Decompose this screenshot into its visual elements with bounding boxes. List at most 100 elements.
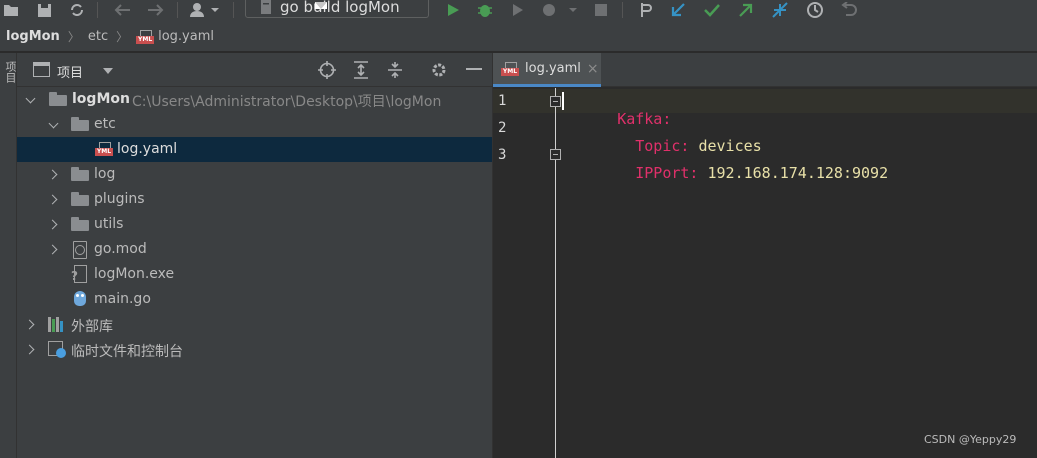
yaml-file-icon: YML: [501, 61, 519, 76]
left-tool-strip: 项目: [0, 53, 17, 458]
toolbar-separator: [233, 2, 234, 18]
tree-node-label: log.yaml: [117, 141, 178, 157]
chevron-right-icon[interactable]: [26, 344, 36, 354]
tree-node-etc[interactable]: etc: [17, 112, 492, 137]
expand-all-icon[interactable]: [351, 60, 371, 80]
coverage-icon[interactable]: [509, 0, 527, 20]
tree-node-label: go.mod: [94, 241, 147, 257]
commit-icon[interactable]: [703, 0, 721, 20]
yaml-value: 192.168.174.128:9092: [698, 164, 889, 182]
breadcrumb-root[interactable]: logMon: [6, 29, 60, 44]
tree-node-log-yaml[interactable]: YML log.yaml: [17, 137, 492, 162]
merge-icon[interactable]: [770, 0, 790, 20]
folder-icon: [71, 117, 89, 131]
close-icon[interactable]: ×: [587, 61, 599, 77]
breadcrumb-item-etc[interactable]: etc: [88, 29, 108, 44]
code-editor[interactable]: 1 2 3 Kafka: Topic: devices IPPort: 192.…: [493, 88, 1037, 458]
yaml-file-icon: YML: [95, 142, 113, 156]
chevron-right-icon[interactable]: [49, 219, 59, 229]
breadcrumb-item-log-yaml[interactable]: log.yaml: [158, 29, 214, 44]
tree-node-path: C:\Users\Administrator\Desktop\项目\logMon: [132, 94, 442, 110]
chevron-right-icon[interactable]: [49, 169, 59, 179]
editor-pane: YML log.yaml × 1 2 3 Kafka: Topic: devic…: [492, 53, 1037, 458]
tree-node-main-go[interactable]: main.go: [17, 287, 492, 312]
tree-node-log[interactable]: log: [17, 162, 492, 187]
sync-icon[interactable]: [68, 0, 86, 20]
tree-node-label: main.go: [94, 291, 151, 307]
tree-node-label: logMon.exe: [94, 266, 175, 282]
line-number: 2: [498, 120, 507, 136]
tree-node-label: 临时文件和控制台: [71, 344, 183, 360]
project-panel-header: 项目: [17, 53, 492, 87]
minimize-icon[interactable]: [464, 60, 484, 80]
run-icon[interactable]: [444, 0, 462, 20]
user-icon[interactable]: [188, 0, 222, 20]
yaml-file-icon: YML: [136, 29, 155, 44]
tree-node-utils[interactable]: utils: [17, 212, 492, 237]
chevron-right-icon[interactable]: [26, 319, 36, 329]
yaml-key: IPPort:: [617, 164, 699, 182]
update-icon[interactable]: [669, 0, 687, 20]
tree-node-external-libraries[interactable]: 外部库: [17, 312, 492, 337]
project-tool-tab[interactable]: 项目: [2, 61, 17, 117]
watermark: CSDN @Yeppy29: [924, 433, 1017, 446]
tree-node-plugins[interactable]: plugins: [17, 187, 492, 212]
tree-node-label: logMon: [72, 91, 130, 107]
folder-icon: [71, 217, 89, 231]
run-configuration-dropdown[interactable]: go build logMon: [245, 0, 429, 18]
project-view-icon: [33, 62, 50, 77]
editor-tab-log-yaml[interactable]: YML log.yaml ×: [493, 53, 601, 87]
locate-icon[interactable]: [317, 60, 337, 80]
go-file-icon: [260, 0, 272, 14]
tree-node-label: utils: [94, 216, 124, 232]
vcs-icon[interactable]: [637, 0, 655, 20]
folder-icon: [49, 92, 67, 106]
tree-node-logmon-exe[interactable]: ? logMon.exe: [17, 262, 492, 287]
open-folder-icon[interactable]: [2, 0, 20, 20]
breadcrumb-separator-icon: 〉: [67, 30, 80, 44]
project-panel-title[interactable]: 项目: [57, 62, 83, 81]
back-icon[interactable]: [112, 0, 132, 20]
history-icon[interactable]: [805, 0, 825, 20]
save-icon[interactable]: [35, 0, 53, 20]
toolbar-separator: [97, 2, 98, 18]
folder-icon: [71, 167, 89, 181]
line-number: 1: [498, 93, 507, 109]
chevron-down-icon[interactable]: [49, 119, 59, 129]
profile-icon[interactable]: [540, 0, 580, 20]
scratch-console-icon: [48, 341, 68, 359]
gear-icon[interactable]: [429, 60, 449, 80]
tree-node-root[interactable]: logMon C:\Users\Administrator\Desktop\项目…: [17, 87, 492, 112]
fold-marker-icon[interactable]: [550, 96, 561, 107]
fold-marker-icon[interactable]: [550, 149, 561, 160]
project-tool-tab-label: 项目: [4, 61, 17, 83]
chevron-right-icon[interactable]: [49, 194, 59, 204]
breadcrumb-separator-icon: 〉: [116, 30, 129, 44]
tree-node-label: plugins: [94, 191, 145, 207]
tree-node-label: log: [94, 166, 116, 182]
stop-icon[interactable]: [592, 0, 610, 20]
tree-node-go-mod[interactable]: go.mod: [17, 237, 492, 262]
breadcrumb: logMon 〉 etc 〉 YML log.yaml: [0, 22, 1037, 52]
folder-icon: [71, 192, 89, 206]
forward-icon[interactable]: [146, 0, 166, 20]
unknown-file-icon: ?: [71, 265, 87, 283]
chevron-down-icon[interactable]: [103, 68, 113, 74]
toolbar-separator: [622, 2, 623, 18]
chevron-down-icon[interactable]: [26, 94, 36, 104]
editor-tab-label: log.yaml: [525, 61, 581, 76]
collapse-all-icon[interactable]: [385, 60, 405, 80]
revert-icon[interactable]: [839, 0, 859, 20]
debug-icon[interactable]: [476, 0, 494, 20]
run-configuration-label: go build logMon: [280, 0, 400, 16]
go-mod-file-icon: [72, 241, 88, 259]
chevron-down-icon: [315, 2, 327, 9]
editor-tab-bar: YML log.yaml ×: [493, 53, 1037, 87]
chevron-right-icon[interactable]: [49, 244, 59, 254]
toolbar-separator: [177, 2, 178, 18]
line-number: 3: [498, 147, 507, 163]
tree-node-scratches[interactable]: 临时文件和控制台: [17, 337, 492, 362]
main-toolbar: go build logMon: [0, 0, 1037, 22]
push-icon[interactable]: [737, 0, 755, 20]
code-line-3: IPPort: 192.168.174.128:9092: [563, 146, 888, 200]
